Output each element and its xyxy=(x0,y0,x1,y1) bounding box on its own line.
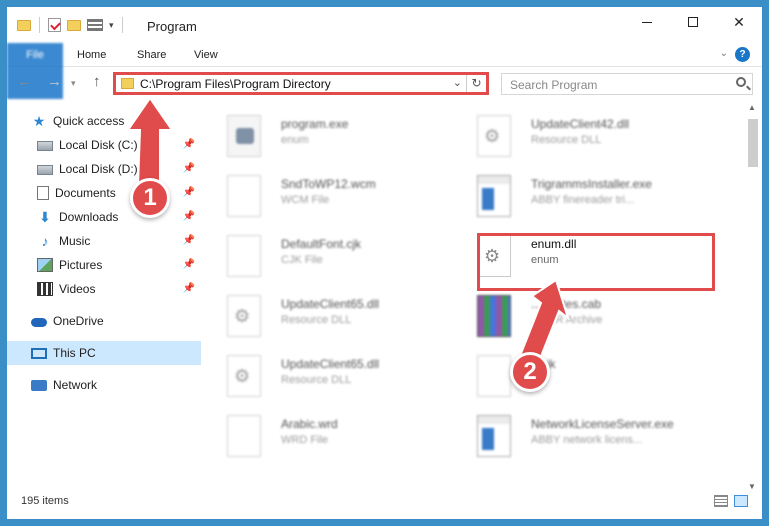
step-badge-1: 1 xyxy=(130,178,170,218)
step-badge-2: 2 xyxy=(510,352,550,392)
annotation-arrow-1 xyxy=(126,96,174,187)
annotation-layer xyxy=(126,96,570,366)
